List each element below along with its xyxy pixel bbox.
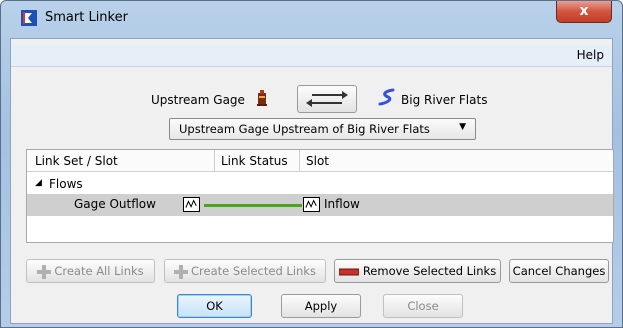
smart-linker-window: Smart Linker x Help Upstream Gage Big Ri… (0, 0, 623, 328)
column-header-slot[interactable]: Slot (306, 154, 329, 168)
downstream-object-label: Big River Flats (401, 93, 488, 107)
create-all-links-label: Create All Links (54, 264, 144, 278)
link-status-line (204, 204, 302, 207)
dialog-client-area: Help Upstream Gage Big River Flats Upstr… (10, 38, 614, 324)
window-close-button[interactable]: x (556, 1, 612, 23)
upstream-object-label: Upstream Gage (151, 93, 245, 107)
dropdown-arrow-icon: ▼ (459, 122, 466, 132)
window-title: Smart Linker (45, 10, 128, 25)
tree-group-flows[interactable]: ◢ Flows (27, 177, 613, 193)
help-menu[interactable]: Help (577, 48, 604, 62)
source-slot-name: Gage Outflow (74, 197, 156, 211)
swap-direction-button[interactable] (297, 85, 357, 113)
remove-icon (338, 268, 359, 275)
link-set-selected-value: Upstream Gage Upstream of Big River Flat… (179, 122, 430, 136)
destination-slot-name: Inflow (324, 197, 360, 211)
gage-icon (257, 90, 267, 106)
create-selected-links-label: Create Selected Links (191, 264, 316, 278)
create-all-links-button[interactable]: Create All Links (26, 259, 155, 283)
menu-bar: Help (11, 45, 612, 67)
ok-button[interactable]: OK (177, 294, 252, 318)
column-header-link-set-slot[interactable]: Link Set / Slot (35, 154, 118, 168)
create-selected-links-button[interactable]: Create Selected Links (164, 259, 326, 283)
link-set-dropdown[interactable]: Upstream Gage Upstream of Big River Flat… (169, 118, 476, 140)
series-slot-icon (183, 197, 200, 212)
table-row[interactable]: Gage Outflow Inflow (27, 194, 613, 216)
reach-icon (378, 88, 395, 106)
plus-icon (174, 264, 189, 279)
swap-arrows-icon (306, 91, 348, 107)
series-slot-icon (303, 197, 320, 212)
column-header-link-status[interactable]: Link Status (221, 154, 288, 168)
expand-collapse-icon[interactable]: ◢ (35, 178, 42, 188)
remove-selected-links-label: Remove Selected Links (362, 264, 497, 278)
riverware-app-icon (21, 10, 37, 26)
apply-button[interactable]: Apply (281, 294, 361, 318)
tree-header: Link Set / Slot Link Status Slot (27, 150, 613, 172)
links-tree[interactable]: Link Set / Slot Link Status Slot ◢ Flows… (26, 149, 614, 243)
plus-icon (37, 264, 52, 279)
title-bar[interactable]: Smart Linker x (1, 1, 622, 35)
group-label: Flows (49, 177, 83, 191)
cancel-changes-button[interactable]: Cancel Changes (509, 259, 609, 283)
close-button[interactable]: Close (383, 294, 463, 318)
remove-selected-links-button[interactable]: Remove Selected Links (334, 259, 501, 283)
